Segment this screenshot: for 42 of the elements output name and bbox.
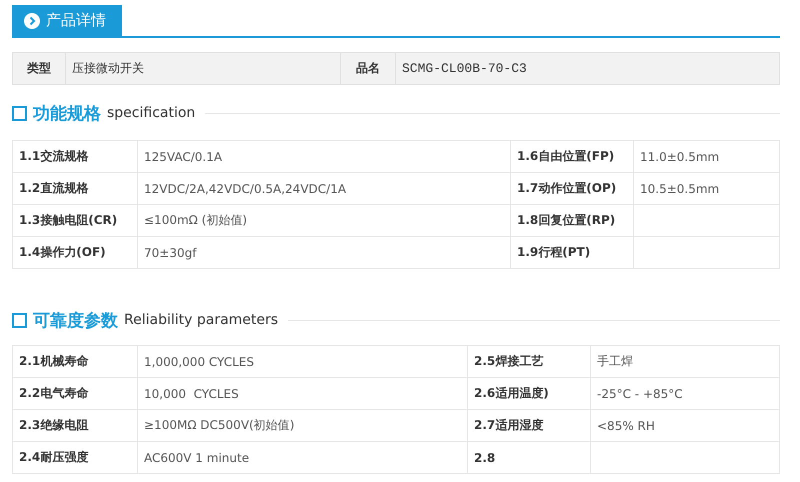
table-cell: 1.4操作力(OF): [13, 237, 138, 269]
section-tab[interactable]: 产品详情: [12, 5, 122, 36]
checkbox-square-icon: [12, 312, 27, 328]
table-cell: 11.0±0.5mm: [634, 141, 780, 173]
table-cell-text: SCMG-CL00B-70-C3: [401, 60, 528, 78]
table-cell: 10,000 CYCLES: [138, 378, 468, 410]
table-cell: 品名: [341, 53, 396, 84]
table-cell: 12VDC/2A,42VDC/0.5A,24VDC/1A: [138, 173, 511, 205]
table-cell: 类型: [13, 53, 66, 84]
table-cell: 2.5焊接工艺: [468, 346, 591, 378]
tab-label: 产品详情: [46, 11, 106, 30]
table-cell: ≤100mΩ (初始值): [138, 205, 511, 237]
checkbox-square-icon: [12, 106, 27, 120]
table-cell: 2.3绝缘电阻: [13, 410, 138, 442]
chevron-circle-icon: [24, 12, 40, 28]
table-cell: 1.6自由位置(FP): [511, 141, 634, 173]
table-cell: 1.8回复位置(RP): [511, 205, 634, 237]
table-cell: 1.9行程(PT): [511, 237, 634, 269]
table-cell: 70±30gf: [138, 237, 511, 269]
table-cell: 2.7适用湿度: [468, 410, 591, 442]
table-cell: 2.4耐压强度: [13, 442, 138, 474]
table-cell: 10.5±0.5mm: [634, 173, 780, 205]
section-title: 功能规格: [33, 102, 101, 124]
table-cell: 2.6适用温度): [468, 378, 591, 410]
table-cell: 压接微动开关: [66, 53, 341, 84]
table-cell: 2.8: [468, 442, 591, 474]
section-subtitle: specification: [107, 105, 196, 121]
table-cell: 手工焊: [591, 346, 780, 378]
table-cell: 1,000,000 CYCLES: [138, 346, 468, 378]
table-cell: 125VAC/0.1A: [138, 141, 511, 173]
table-cell: AC600V 1 minute: [138, 442, 468, 474]
table-cell: -25°C - +85°C: [591, 378, 780, 410]
table-cell: 1.1交流规格: [13, 141, 138, 173]
table-cell: <85% RH: [591, 410, 780, 442]
table-cell: 2.2电气寿命: [13, 378, 138, 410]
table-cell: 1.2直流规格: [13, 173, 138, 205]
section-title: 可靠度参数: [33, 310, 118, 332]
table-cell: ≥100MΩ DC500V(初始值): [138, 410, 468, 442]
section-subtitle: Reliability parameters: [124, 312, 278, 328]
table-cell: 1.7动作位置(OP): [511, 173, 634, 205]
table-cell: 1.3接触电阻(CR): [13, 205, 138, 237]
table-cell: 2.1机械寿命: [13, 346, 138, 378]
